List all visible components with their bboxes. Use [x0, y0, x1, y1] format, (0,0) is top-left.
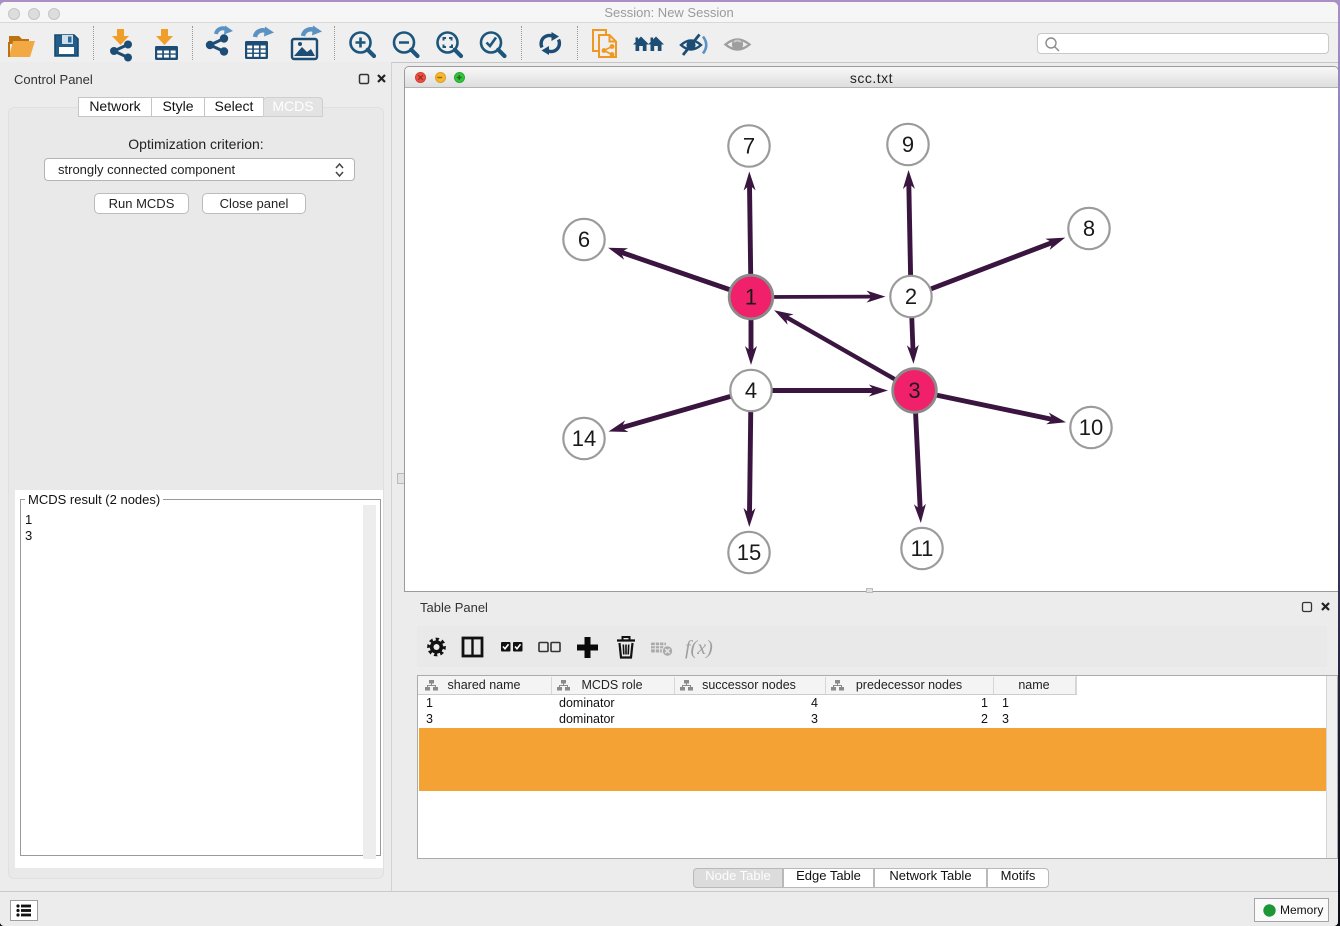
svg-text:11: 11	[911, 536, 934, 561]
svg-text:f(x): f(x)	[685, 637, 713, 659]
svg-text:3: 3	[908, 378, 920, 403]
svg-text:8: 8	[1083, 216, 1095, 241]
svg-text:1: 1	[745, 285, 757, 310]
svg-text:9: 9	[902, 132, 914, 157]
svg-text:10: 10	[1079, 415, 1103, 440]
svg-text:2: 2	[905, 284, 917, 309]
svg-text:15: 15	[737, 540, 761, 565]
svg-text:7: 7	[743, 134, 755, 159]
svg-text:14: 14	[572, 426, 596, 451]
svg-text:6: 6	[578, 227, 590, 252]
svg-text:4: 4	[745, 378, 757, 403]
